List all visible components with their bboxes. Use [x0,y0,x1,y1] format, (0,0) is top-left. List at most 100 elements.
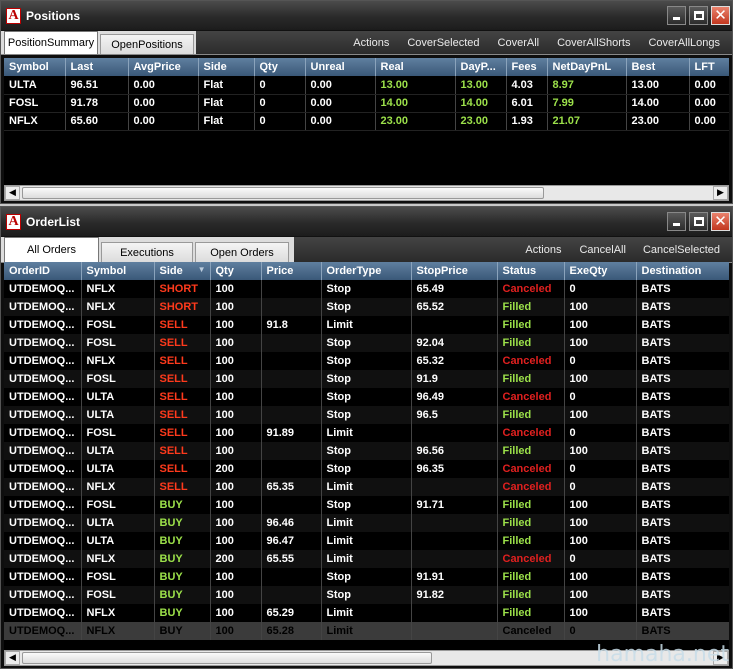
scroll-left-icon[interactable]: ◀ [5,651,20,665]
cell-price [261,298,322,316]
column-header-lft[interactable]: LFT [689,58,729,76]
tab-position-summary[interactable]: PositionSummary [4,31,98,54]
scrollbar-thumb[interactable] [22,652,432,664]
column-header-avgprice[interactable]: AvgPrice [128,58,199,76]
column-header-dayp[interactable]: DayP... [455,58,507,76]
column-header-last[interactable]: Last [65,58,129,76]
column-header-side[interactable]: Side ▼ [154,262,211,280]
table-row[interactable]: UTDEMOQ... NFLX BUY 100 65.29 Limit Filled 100 B… [4,604,729,622]
column-header-qty[interactable]: Qty [254,58,306,76]
table-row[interactable]: UTDEMOQ... ULTA SELL 100 Stop 96.56 Filled 100 B… [4,442,729,460]
positions-horizontal-scrollbar[interactable]: ◀ ▶ [4,185,729,201]
cell-price [261,280,322,298]
tab-open-positions[interactable]: OpenPositions [100,34,194,54]
table-row[interactable]: UTDEMOQ... NFLX SHORT 100 Stop 65.52 Filled 100… [4,298,729,316]
sort-descending-icon[interactable]: ▼ [198,265,206,274]
column-header-symbol[interactable]: Symbol [81,262,155,280]
column-header-ordertype[interactable]: OrderType [321,262,412,280]
cell-side: SELL [154,442,211,460]
positions-titlebar[interactable]: A Positions ✕ [1,1,732,31]
cover-selected-button[interactable]: CoverSelected [407,37,479,49]
cell-exeqty: 100 [564,442,637,460]
cancel-all-button[interactable]: CancelAll [579,244,625,256]
table-row[interactable]: UTDEMOQ... NFLX SELL 100 65.35 Limit Canceled 0… [4,478,729,496]
close-button[interactable]: ✕ [711,212,730,231]
scroll-left-icon[interactable]: ◀ [5,186,20,200]
column-header-exeqty[interactable]: ExeQty [564,262,637,280]
cell-orderid: UTDEMOQ... [4,442,82,460]
tab-open-orders[interactable]: Open Orders [195,242,289,262]
table-row[interactable]: UTDEMOQ... ULTA BUY 100 96.47 Limit Filled 100 B… [4,532,729,550]
app-logo-icon: A [6,7,21,24]
table-row[interactable]: UTDEMOQ... FOSL SELL 100 91.8 Limit Filled 100 B… [4,316,729,334]
table-row[interactable]: UTDEMOQ... ULTA SELL 100 Stop 96.49 Canceled 0 B… [4,388,729,406]
cover-all-button[interactable]: CoverAll [498,37,540,49]
minimize-button[interactable] [667,212,686,231]
column-header-fees[interactable]: Fees [506,58,548,76]
cell-side: SELL [154,334,211,352]
column-header-price[interactable]: Price [261,262,322,280]
column-header-best[interactable]: Best [626,58,690,76]
table-row[interactable]: UTDEMOQ... NFLX SHORT 100 Stop 65.49 Canceled 0… [4,280,729,298]
scrollbar-thumb[interactable] [22,187,544,199]
cover-all-longs-button[interactable]: CoverAllLongs [648,37,720,49]
cell-qty: 100 [210,424,262,442]
cell-qty: 100 [210,532,262,550]
cell-exeqty: 100 [564,496,637,514]
cell-qty: 100 [210,568,262,586]
cell-orderid: UTDEMOQ... [4,532,82,550]
table-row[interactable]: UTDEMOQ... NFLX SELL 100 Stop 65.32 Canceled 0 B… [4,352,729,370]
table-row[interactable]: UTDEMOQ... FOSL BUY 100 Stop 91.82 Filled 100 BA… [4,586,729,604]
cell-ordertype: Stop [321,280,412,298]
table-row[interactable]: UTDEMOQ... ULTA BUY 100 96.46 Limit Filled 100 B… [4,514,729,532]
actions-menu[interactable]: Actions [353,37,389,49]
table-row[interactable]: UTDEMOQ... NFLX BUY 200 65.55 Limit Canceled 0 B… [4,550,729,568]
column-header-netdaypnl[interactable]: NetDayPnL [547,58,627,76]
actions-menu[interactable]: Actions [525,244,561,256]
table-row[interactable]: FOSL 91.78 0.00 Flat 0 0.00 14.00 14.00 6.01 7.99… [4,94,729,113]
cell-orderid: UTDEMOQ... [4,514,82,532]
maximize-button[interactable] [689,6,708,25]
column-header-stopprice[interactable]: StopPrice [411,262,498,280]
cell-side: BUY [154,622,211,640]
table-row[interactable]: UTDEMOQ... FOSL SELL 100 91.89 Limit Canceled 0… [4,424,729,442]
column-header-destination[interactable]: Destination [636,262,729,280]
maximize-button[interactable] [689,212,708,231]
cell-fees: 6.01 [506,94,548,113]
table-row[interactable]: UTDEMOQ... ULTA SELL 200 Stop 96.35 Canceled 0 B… [4,460,729,478]
column-header-qty[interactable]: Qty [210,262,262,280]
column-header-status[interactable]: Status [497,262,565,280]
column-header-orderid[interactable]: OrderID [4,262,82,280]
table-row[interactable]: UTDEMOQ... FOSL SELL 100 Stop 92.04 Filled 100 B… [4,334,729,352]
table-row[interactable]: UTDEMOQ... ULTA SELL 100 Stop 96.5 Filled 100 BA… [4,406,729,424]
cell-destination: BATS [636,622,729,640]
table-row[interactable]: UTDEMOQ... FOSL BUY 100 Stop 91.71 Filled 100 BA… [4,496,729,514]
cell-qty: 100 [210,496,262,514]
column-header-unreal[interactable]: Unreal [305,58,376,76]
table-row[interactable]: ULTA 96.51 0.00 Flat 0 0.00 13.00 13.00 4.03 8.97… [4,76,729,95]
cell-exeqty: 100 [564,514,637,532]
scroll-right-icon[interactable]: ▶ [713,186,728,200]
cancel-selected-button[interactable]: CancelSelected [643,244,720,256]
column-header-real[interactable]: Real [375,58,456,76]
table-row[interactable]: UTDEMOQ... NFLX BUY 100 65.28 Limit Canceled 0 B… [4,622,729,640]
cell-side: SELL [154,316,211,334]
column-header-side[interactable]: Side [198,58,255,76]
cell-side: SELL [154,388,211,406]
tab-all-orders[interactable]: All Orders [4,237,99,262]
orderlist-titlebar[interactable]: A OrderList ✕ [1,207,732,237]
cover-all-shorts-button[interactable]: CoverAllShorts [557,37,630,49]
cell-exeqty: 0 [564,550,637,568]
tab-executions[interactable]: Executions [101,242,193,262]
cell-status: Filled [497,604,565,622]
close-button[interactable]: ✕ [711,6,730,25]
cell-qty: 100 [210,586,262,604]
table-row[interactable]: NFLX 65.60 0.00 Flat 0 0.00 23.00 23.00 1.93 21.0… [4,112,729,131]
cell-price: 65.35 [261,478,322,496]
minimize-button[interactable] [667,6,686,25]
cell-status: Filled [497,316,565,334]
cell-qty: 100 [210,334,262,352]
column-header-symbol[interactable]: Symbol [4,58,66,76]
table-row[interactable]: UTDEMOQ... FOSL SELL 100 Stop 91.9 Filled 100 BA… [4,370,729,388]
table-row[interactable]: UTDEMOQ... FOSL BUY 100 Stop 91.91 Filled 100 BA… [4,568,729,586]
